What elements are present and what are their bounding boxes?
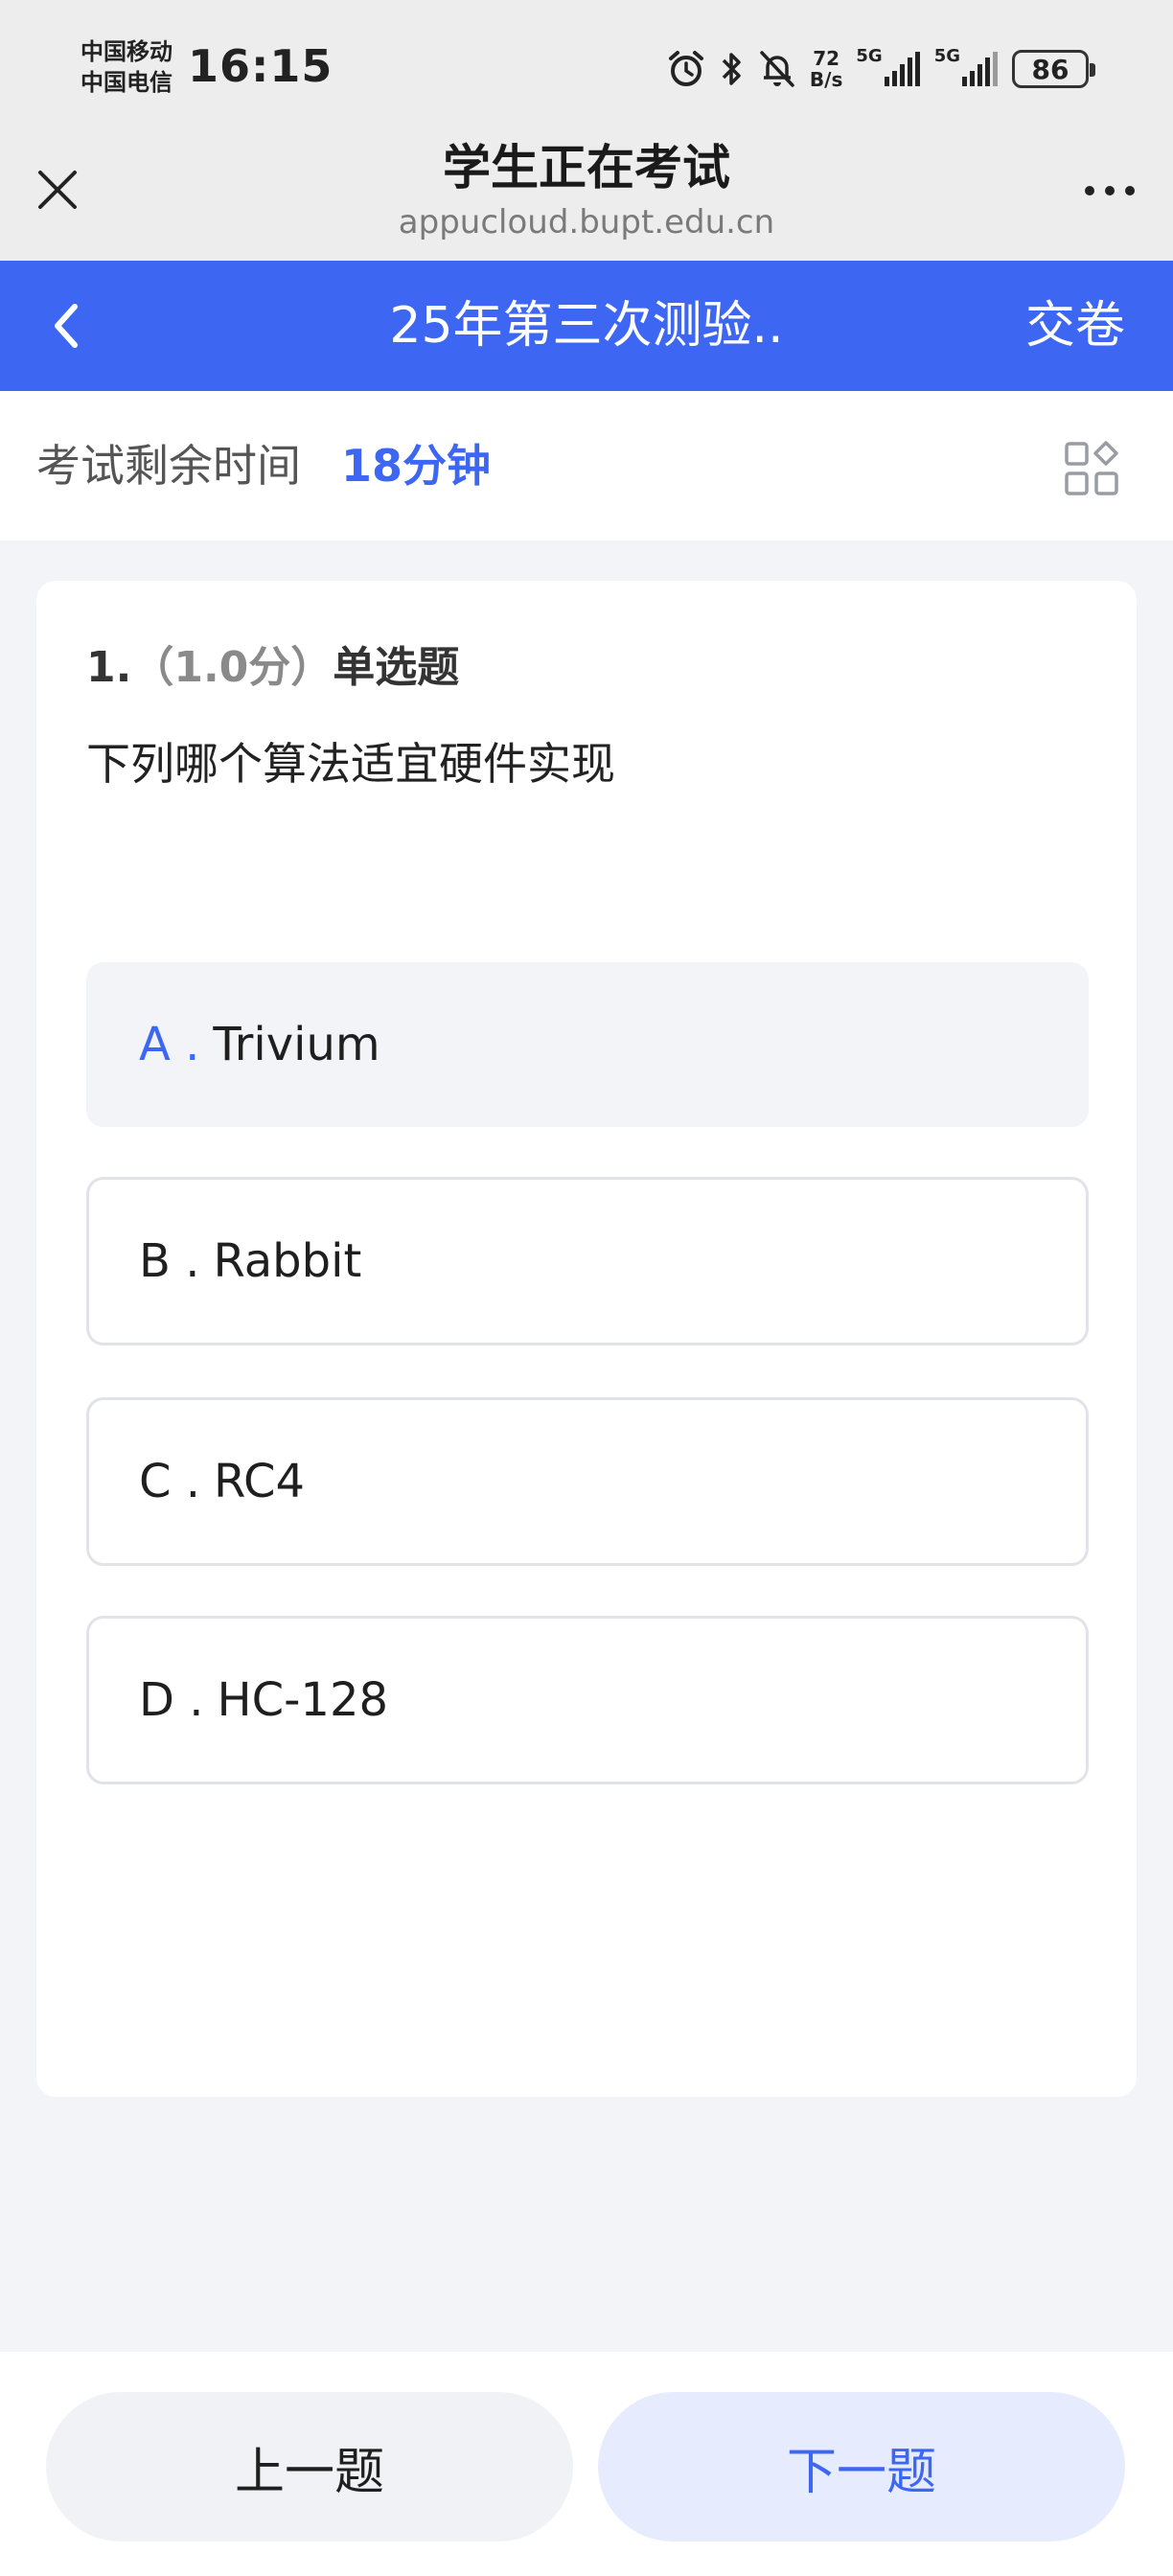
bluetooth-icon (720, 49, 745, 89)
option-text: HC-128 (217, 1673, 389, 1727)
option-c[interactable]: C . RC4 (86, 1397, 1089, 1566)
carrier-2: 中国电信 (80, 69, 172, 96)
question-card: 1.（1.0分）单选题 下列哪个算法适宜硬件实现 A . Trivium B .… (36, 581, 1137, 2097)
battery-level: 86 (1031, 53, 1070, 85)
question-type: 单选题 (333, 643, 460, 692)
browser-title-bar: 学生正在考试 appucloud.bupt.edu.cn (0, 142, 1173, 261)
more-options-button[interactable] (1085, 186, 1135, 196)
signal-1-label: 5G (856, 46, 883, 66)
question-score: （1.0分） (131, 643, 334, 692)
status-icons: 72 B/s 5G 5G 86 (666, 42, 1095, 96)
previous-question-button[interactable]: 上一题 (46, 2392, 573, 2542)
signal-2-label: 5G (933, 46, 960, 66)
signal-icon (960, 50, 999, 88)
bottom-navigation: 上一题 下一题 (0, 2352, 1173, 2576)
time-remaining-value: 18分钟 (341, 440, 492, 492)
page-url: appucloud.bupt.edu.cn (398, 203, 775, 242)
option-text: RC4 (214, 1455, 306, 1508)
battery-icon: 86 (1012, 50, 1095, 88)
option-letter: B . (139, 1234, 200, 1288)
time-remaining-label: 考试剩余时间 (36, 440, 301, 492)
option-a[interactable]: A . Trivium (86, 962, 1089, 1127)
exam-title: 25年第三次测验.. (389, 297, 784, 355)
question-header: 1.（1.0分）单选题 (86, 634, 459, 702)
exam-header: 25年第三次测验.. 交卷 (0, 261, 1173, 391)
signal-icon (883, 50, 921, 88)
alarm-icon (666, 49, 706, 89)
option-text: Rabbit (213, 1234, 362, 1288)
close-icon (38, 171, 77, 228)
option-b[interactable]: B . Rabbit (86, 1177, 1089, 1346)
page-title: 学生正在考试 (443, 140, 730, 196)
option-letter: D . (139, 1673, 204, 1727)
carrier-1: 中国移动 (80, 38, 172, 65)
option-text: Trivium (213, 1018, 380, 1071)
option-letter: A . (139, 1018, 200, 1071)
network-speed: 72 B/s (809, 47, 843, 91)
timer-bar: 考试剩余时间 18分钟 (0, 391, 1173, 540)
more-icon-dot (1085, 186, 1094, 196)
question-number: 1. (86, 643, 132, 692)
answer-sheet-button[interactable] (1064, 441, 1119, 496)
question-text: 下列哪个算法适宜硬件实现 (86, 738, 615, 790)
status-bar: 中国移动 中国电信 16:15 72 B/s 5G 5G 86 (0, 0, 1173, 142)
clock: 16:15 (188, 40, 334, 92)
more-icon-dot (1105, 186, 1115, 196)
carrier-names: 中国移动 中国电信 (80, 36, 172, 98)
answer-sheet-icon (1065, 441, 1118, 495)
close-button[interactable] (29, 161, 86, 228)
bell-muted-icon (758, 49, 796, 89)
option-d[interactable]: D . HC-128 (86, 1616, 1089, 1784)
next-question-button[interactable]: 下一题 (598, 2392, 1125, 2542)
option-letter: C . (139, 1455, 201, 1508)
submit-exam-button[interactable]: 交卷 (1025, 297, 1125, 355)
more-icon-dot (1125, 186, 1135, 196)
